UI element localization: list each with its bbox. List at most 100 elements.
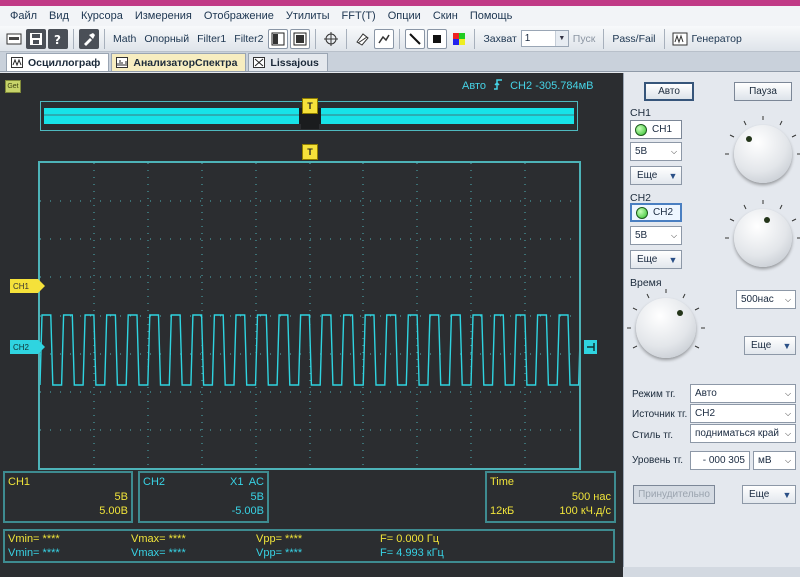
- toolbar-separator: [73, 28, 74, 49]
- autoscale-icon[interactable]: [374, 28, 395, 49]
- pause-button[interactable]: Пауза: [734, 82, 792, 101]
- menu-cursors[interactable]: Курсора: [75, 10, 129, 22]
- ch2-offset-marker[interactable]: CH2: [10, 340, 45, 354]
- menu-help[interactable]: Помощь: [464, 10, 519, 22]
- time-more-button[interactable]: Еще ▼: [744, 336, 796, 355]
- ch2-toggle-label: CH2: [653, 207, 674, 218]
- tab-oscilloscope[interactable]: Осциллограф: [6, 53, 110, 71]
- ch1-section-label: CH1: [630, 107, 652, 119]
- ch2-scale-select[interactable]: 5В ⌵: [630, 226, 682, 245]
- waveform-grid[interactable]: [38, 161, 581, 470]
- capture-count-select[interactable]: 1 ▼: [520, 30, 569, 47]
- menu-file[interactable]: Файл: [4, 10, 43, 22]
- overview-trigger-marker[interactable]: T: [302, 98, 318, 114]
- toolbar-separator: [603, 28, 605, 49]
- trigger-mode-select[interactable]: Авто ⌵: [690, 384, 796, 403]
- ch1-info-offset: 5.00В: [99, 505, 128, 517]
- ch2-toggle-button[interactable]: CH2: [630, 203, 682, 222]
- ch1-vmin: Vmin= ****: [8, 533, 60, 545]
- ch1-toggle-button[interactable]: CH1: [630, 120, 682, 139]
- toolbar-separator: [346, 28, 348, 49]
- ch1-offset-marker[interactable]: CH1: [10, 279, 45, 293]
- trigger-level-input[interactable]: - 000 305: [690, 451, 750, 470]
- chevron-down-icon: ⌵: [670, 146, 678, 156]
- ch2-more-button[interactable]: Еще ▼: [630, 250, 682, 269]
- single-view-icon[interactable]: [290, 28, 311, 49]
- auto-button[interactable]: Авто: [644, 82, 694, 101]
- timebase-select[interactable]: 500нас ⌵: [736, 290, 796, 309]
- capture-label: Захват: [483, 32, 517, 45]
- tools-icon[interactable]: [79, 28, 99, 49]
- trigger-level-marker[interactable]: [584, 340, 597, 354]
- trigger-style-select[interactable]: подниматься край ⌵: [690, 424, 796, 443]
- ch2-scale-value: 5В: [635, 230, 648, 241]
- ch2-info-name: CH2: [143, 476, 166, 488]
- menu-fft[interactable]: FFT(T): [336, 10, 382, 22]
- math-button[interactable]: Math: [109, 33, 140, 45]
- chevron-down-icon: ⌵: [784, 455, 792, 465]
- measurements-panel: Vmin= **** Vmax= **** Vpp= **** F= 0.000…: [3, 529, 615, 563]
- ch2-info-box[interactable]: CH2 X1 AC 5В -5.00В: [138, 471, 269, 523]
- reference-button[interactable]: Опорный: [140, 33, 193, 45]
- menu-measurements[interactable]: Измерения: [129, 10, 198, 22]
- menu-options[interactable]: Опции: [382, 10, 427, 22]
- time-more-label: Еще: [751, 340, 772, 351]
- tab-lissajous[interactable]: Lissajous: [248, 53, 328, 71]
- trigger-position-marker[interactable]: T: [302, 144, 318, 160]
- scope-display: Get Авто CH2 -305.784мВ T T CH1 CH2 CH1: [0, 73, 623, 577]
- eraser-icon[interactable]: [352, 29, 372, 49]
- chevron-down-icon: ⌵: [784, 294, 792, 304]
- filter1-button[interactable]: Filter1: [193, 33, 230, 45]
- scope-view-icon[interactable]: [4, 29, 24, 49]
- chevron-down-icon: ⌵: [784, 388, 792, 398]
- ch2-info-scale: 5В: [250, 491, 264, 503]
- save-icon[interactable]: [26, 28, 46, 49]
- tab-spectrum-analyzer[interactable]: АнализаторСпектра: [111, 53, 247, 71]
- ch1-info-box[interactable]: CH1 5В 5.00В: [3, 471, 133, 523]
- split-view-icon[interactable]: [268, 28, 289, 49]
- ch2-frequency: F= 4.993 кГц: [380, 547, 444, 559]
- trigger-mode-label: Режим тг.: [632, 389, 676, 400]
- color-palette-icon[interactable]: [449, 29, 469, 49]
- ch2-vmin: Vmin= ****: [8, 547, 60, 559]
- start-button[interactable]: Пуск: [569, 33, 600, 45]
- help-icon[interactable]: ?: [48, 28, 68, 49]
- oscilloscope-icon: [11, 57, 23, 68]
- menu-skin[interactable]: Скин: [427, 10, 464, 22]
- line-draw-icon[interactable]: [405, 28, 426, 49]
- filter2-button[interactable]: Filter2: [230, 33, 267, 45]
- ch2-info-coupling: AC: [248, 476, 264, 488]
- ch1-scale-select[interactable]: 5В ⌵: [630, 142, 682, 161]
- menu-view[interactable]: Вид: [43, 10, 75, 22]
- stop-icon[interactable]: [427, 28, 448, 49]
- trigger-more-label: Еще: [749, 489, 770, 500]
- ch2-led-icon: [636, 206, 648, 219]
- trigger-level-unit-select[interactable]: мВ ⌵: [753, 451, 796, 470]
- toolbar-separator: [399, 28, 401, 49]
- ch1-more-label: Еще: [637, 170, 658, 181]
- trigger-source-select[interactable]: CH2 ⌵: [690, 404, 796, 423]
- menu-utilities[interactable]: Утилиты: [280, 10, 336, 22]
- spectrum-icon: [116, 57, 129, 68]
- trigger-status-channel: CH2: [510, 80, 533, 92]
- passfail-button[interactable]: Pass/Fail: [608, 33, 659, 45]
- tab-label: АнализаторСпектра: [133, 56, 238, 69]
- generator-icon[interactable]: [670, 29, 690, 49]
- view-tabs: Осциллограф АнализаторСпектра Lissajous: [0, 52, 800, 72]
- ch1-more-button[interactable]: Еще ▼: [630, 166, 682, 185]
- toolbar-separator: [474, 28, 476, 49]
- svg-text:?: ?: [54, 33, 61, 46]
- trigger-more-button[interactable]: Еще ▼: [742, 485, 796, 504]
- get-icon[interactable]: Get: [5, 80, 21, 93]
- tab-label: Осциллограф: [28, 56, 101, 69]
- lissajous-icon: [253, 57, 266, 68]
- ch1-knob-ticks: [725, 116, 800, 155]
- time-info-box[interactable]: Time 500 нас 12кБ 100 кЧ.д/с: [485, 471, 616, 523]
- menu-display[interactable]: Отображение: [198, 10, 280, 22]
- generator-button[interactable]: Генератор: [691, 33, 746, 45]
- crosshair-icon[interactable]: [321, 29, 341, 49]
- rising-edge-icon: [493, 79, 503, 92]
- trigger-status-value: -305.784мВ: [535, 80, 594, 92]
- force-trigger-button[interactable]: Принудительно: [633, 485, 715, 504]
- capture-count-value: 1: [524, 33, 531, 44]
